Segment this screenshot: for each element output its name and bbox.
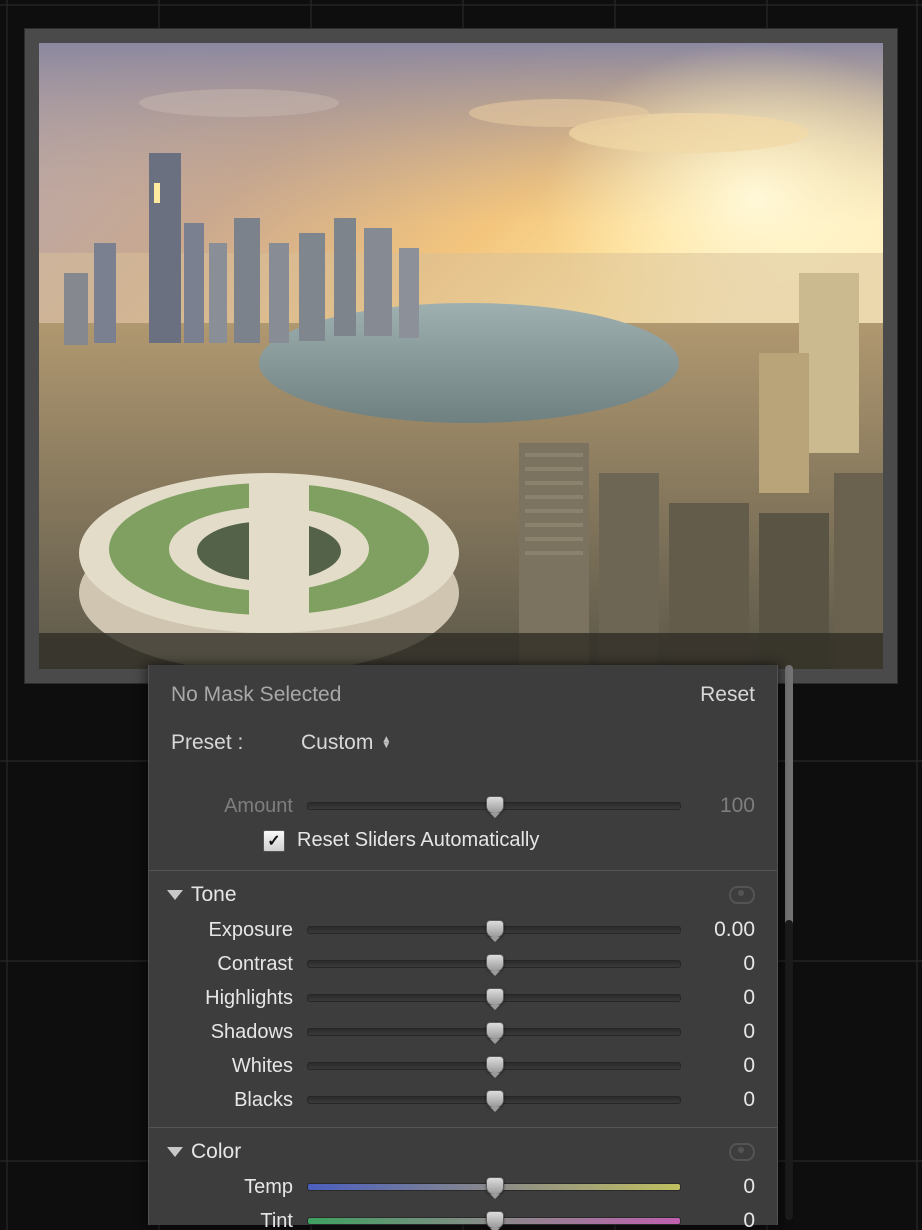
exposure-slider[interactable] [307, 926, 681, 934]
adjustments-panel: No Mask Selected Reset Preset : Custom ▲… [148, 665, 778, 1225]
shadows-slider[interactable] [307, 1028, 681, 1036]
exposure-label: Exposure [171, 919, 293, 942]
panel-scrollbar-track [785, 920, 793, 1220]
contrast-slider-row: Contrast 0 [149, 947, 777, 981]
color-section-header: Color [149, 1128, 777, 1170]
highlights-value: 0 [695, 986, 755, 1010]
amount-slider-row: Amount 100 [149, 789, 777, 823]
tint-label: Tint [171, 1210, 293, 1230]
exposure-slider-row: Exposure 0.00 [149, 913, 777, 947]
tone-disclosure-icon[interactable] [167, 890, 183, 900]
preset-label: Preset : [171, 731, 271, 755]
color-disclosure-icon[interactable] [167, 1147, 183, 1157]
reset-sliders-label: Reset Sliders Automatically [297, 829, 539, 852]
amount-label: Amount [171, 795, 293, 818]
shadows-label: Shadows [171, 1021, 293, 1044]
photo-frame [24, 28, 898, 684]
reset-sliders-checkbox[interactable]: ✓ [263, 830, 285, 852]
contrast-value: 0 [695, 952, 755, 976]
temp-value: 0 [695, 1175, 755, 1199]
temp-slider[interactable] [307, 1183, 681, 1191]
contrast-label: Contrast [171, 953, 293, 976]
temp-slider-row: Temp 0 [149, 1170, 777, 1204]
tone-section-header: Tone [149, 871, 777, 913]
color-title: Color [191, 1140, 241, 1164]
blacks-value: 0 [695, 1088, 755, 1112]
mask-status-text: No Mask Selected [171, 683, 341, 707]
preset-value: Custom [301, 731, 373, 755]
highlights-label: Highlights [171, 987, 293, 1010]
temp-label: Temp [171, 1176, 293, 1199]
whites-slider-row: Whites 0 [149, 1049, 777, 1083]
whites-value: 0 [695, 1054, 755, 1078]
highlights-slider-row: Highlights 0 [149, 981, 777, 1015]
color-visibility-icon[interactable] [729, 1143, 755, 1161]
amount-value: 100 [695, 794, 755, 818]
contrast-slider[interactable] [307, 960, 681, 968]
shadows-value: 0 [695, 1020, 755, 1044]
reset-button[interactable]: Reset [700, 683, 755, 707]
blacks-slider[interactable] [307, 1096, 681, 1104]
whites-label: Whites [171, 1055, 293, 1078]
amount-slider[interactable] [307, 802, 681, 810]
whites-slider[interactable] [307, 1062, 681, 1070]
highlights-slider[interactable] [307, 994, 681, 1002]
tone-visibility-icon[interactable] [729, 886, 755, 904]
blacks-label: Blacks [171, 1089, 293, 1112]
tint-slider-row: Tint 0 [149, 1204, 777, 1230]
tone-title: Tone [191, 883, 237, 907]
preset-select[interactable]: Custom ▲▼ [301, 731, 391, 755]
preset-stepper-icon: ▲▼ [381, 737, 391, 749]
blacks-slider-row: Blacks 0 [149, 1083, 777, 1117]
exposure-value: 0.00 [695, 918, 755, 942]
photo-preview[interactable] [39, 43, 883, 669]
shadows-slider-row: Shadows 0 [149, 1015, 777, 1049]
tint-slider[interactable] [307, 1217, 681, 1225]
tint-value: 0 [695, 1209, 755, 1230]
